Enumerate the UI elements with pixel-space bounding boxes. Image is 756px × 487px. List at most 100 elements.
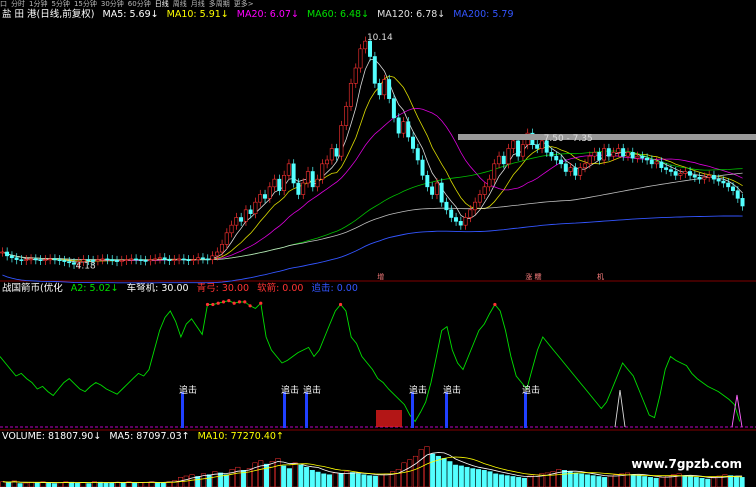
candle-body: [339, 125, 344, 157]
candle-body: [43, 259, 48, 261]
candle-body: [468, 209, 473, 218]
candle-body: [683, 171, 688, 174]
candle-body: [582, 163, 587, 168]
candle-body: [110, 259, 115, 261]
candle-body: [602, 148, 607, 161]
candle-body: [334, 148, 339, 157]
a2-line: [0, 300, 741, 423]
zhuiji-bar: [445, 392, 448, 428]
candle-body: [358, 48, 363, 69]
peak-dot: [211, 302, 215, 307]
candle-body: [191, 259, 196, 261]
candle-body: [267, 186, 272, 199]
volume-bar: [458, 465, 464, 487]
volume-bar: [487, 471, 493, 487]
volume-bar: [705, 478, 711, 487]
volume-bar: [401, 462, 407, 487]
peak-dot: [338, 302, 343, 307]
zhuiji-bar: [181, 392, 184, 428]
volume-bar: [51, 483, 57, 487]
price-annotation: 10.14: [367, 33, 393, 43]
candle-body: [654, 161, 659, 165]
candle-body: [368, 40, 373, 57]
event-marker: 机: [597, 272, 604, 281]
volume-bar: [470, 468, 476, 487]
volume-bar: [630, 474, 636, 487]
volume-bar: [407, 459, 413, 487]
candle-body: [138, 259, 143, 261]
candle-body: [630, 152, 635, 159]
candle-body: [401, 121, 406, 134]
candle-body: [726, 182, 731, 188]
peak-dot: [237, 300, 242, 304]
candle-body: [24, 259, 29, 261]
candle-body: [444, 201, 449, 211]
volume-bar: [739, 477, 745, 487]
ruanjian-bar: [376, 410, 402, 427]
candle-body: [172, 259, 177, 261]
volume-bar: [516, 477, 522, 487]
volume-bar: [665, 475, 671, 487]
candle-body: [329, 148, 334, 161]
zhuiji-label: 追击: [522, 384, 540, 396]
volume-bar: [195, 476, 201, 487]
candle-body: [124, 259, 129, 261]
volume-bar: [476, 469, 482, 487]
candle-body: [415, 148, 420, 161]
volume-bar: [453, 464, 459, 487]
volume-bar: [521, 477, 527, 487]
candle-body: [48, 258, 53, 261]
candle-body: [181, 258, 186, 261]
volume-bar: [304, 466, 310, 487]
candle-body: [721, 180, 726, 184]
volume-bar: [332, 472, 338, 487]
volume-bar: [17, 483, 23, 487]
volume-bar: [424, 446, 430, 487]
volume-bar: [0, 481, 6, 487]
event-marker: 涨 糯: [525, 272, 541, 281]
candle-body: [353, 67, 358, 84]
volume-bar: [590, 475, 596, 487]
price-annotation: 7.50 - 7.35: [544, 134, 593, 144]
volume-bar: [384, 473, 390, 487]
volume-bar: [447, 461, 453, 487]
candle-body: [434, 182, 439, 195]
zhuiji-bar: [305, 392, 308, 428]
candle-body: [19, 259, 24, 261]
candle-body: [258, 194, 263, 203]
candle-body: [153, 258, 158, 261]
volume-bar: [647, 477, 653, 487]
volume-bar: [34, 482, 40, 487]
peak-dot: [248, 304, 252, 308]
candle-body: [28, 258, 33, 261]
candle-body: [606, 148, 611, 157]
candle-body: [382, 79, 387, 96]
stock-chart[interactable]: 10.144.187.50 - 7.35增涨 糯机追击 追击 追击 追击 追击 追击: [0, 0, 756, 487]
volume-bar: [693, 477, 699, 487]
volume-bar: [23, 482, 29, 487]
volume-bar: [493, 473, 499, 487]
candle-body: [148, 259, 153, 262]
volume-bar: [510, 476, 516, 487]
candle-body: [14, 257, 19, 260]
candle-body: [210, 255, 215, 260]
volume-bar: [733, 476, 739, 487]
volume-bar: [659, 477, 665, 487]
candle-body: [453, 217, 458, 222]
volume-bar: [344, 471, 350, 487]
volume-bar: [80, 482, 86, 487]
volume-bar: [29, 481, 35, 487]
candle-body: [406, 121, 411, 138]
volume-bar: [504, 475, 510, 487]
candle-body: [511, 140, 516, 149]
volume-bar: [206, 474, 212, 487]
volume-bar: [109, 482, 115, 487]
candle-body: [320, 163, 325, 180]
volume-bar: [155, 482, 161, 487]
candle-body: [673, 171, 678, 176]
zhuiji-label: 追击: [281, 384, 299, 396]
candle-body: [248, 209, 253, 214]
candle-body: [325, 159, 330, 165]
volume-bar: [682, 475, 688, 487]
candle-body: [277, 178, 282, 191]
